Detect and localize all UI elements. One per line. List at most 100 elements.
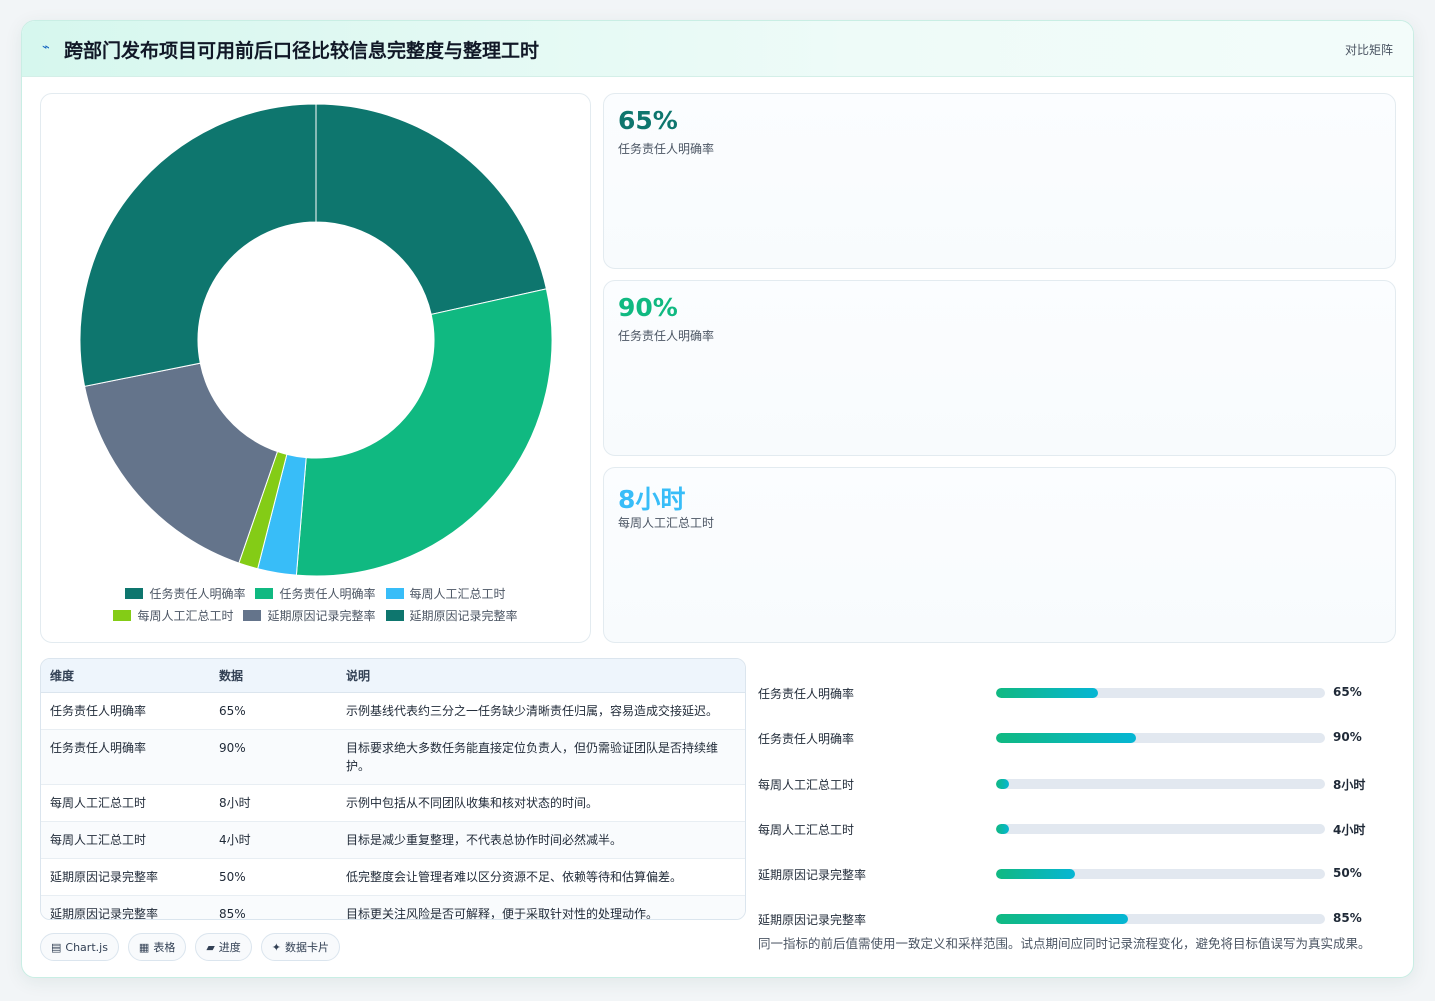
table-row: 每周人工汇总工时 8小时 示例中包括从不同团队收集和核对状态的时间。 bbox=[41, 784, 745, 822]
donut-slice-6[interactable] bbox=[79, 103, 317, 387]
progress-row: 延期原因记录完整率 85% bbox=[758, 908, 1398, 930]
progress-row: 任务责任人明确率 90% bbox=[758, 727, 1398, 749]
legend-item[interactable]: 延期原因记录完整率 bbox=[243, 607, 376, 624]
table-row: 每周人工汇总工时 4小时 目标是减少重复整理，不代表总协作时间必然减半。 bbox=[41, 821, 745, 859]
chip-label: 数据卡片 bbox=[285, 941, 330, 954]
donut-chart-panel: 任务责任人明确率 任务责任人明确率 每周人工汇总工时 每周人工汇总工时 延期原因记录完… bbox=[40, 93, 591, 643]
progress-icon: ▰ bbox=[206, 940, 215, 954]
progress-value: 50% bbox=[1333, 866, 1362, 880]
donut-slice-2[interactable] bbox=[295, 288, 553, 577]
progress-row: 任务责任人明确率 65% bbox=[758, 682, 1398, 704]
chip-label: Chart.js bbox=[65, 940, 108, 954]
table-icon: ▦ bbox=[138, 940, 150, 954]
footnote: 同一指标的前后值需使用一致定义和采样范围。试点期间应同时记录流程变化，避免将目标… bbox=[758, 936, 1371, 951]
table-cell: 4小时 bbox=[210, 821, 337, 859]
table-cell: 8小时 bbox=[210, 784, 337, 822]
chip-进度[interactable]: ▰ 进度 bbox=[195, 933, 252, 961]
kpi-value: 65% bbox=[618, 106, 678, 135]
legend-swatch bbox=[125, 587, 144, 599]
progress-label: 每周人工汇总工时 bbox=[758, 823, 855, 837]
chip-label: 进度 bbox=[218, 941, 241, 954]
card-icon: ✦ bbox=[271, 940, 282, 954]
legend-item[interactable]: 延期原因记录完整率 bbox=[385, 607, 518, 624]
table-cell: 目标更关注风险是否可解释，便于采取针对性的处理动作。 bbox=[346, 906, 659, 920]
feature-chips: ▤ Chart.js ▦ 表格 ▰ 进度 ✦ 数据卡片 bbox=[40, 933, 341, 961]
table-cell: 目标要求绝大多数任务能直接定位负责人，但仍需验证团队是否持续维护。 bbox=[337, 729, 745, 785]
table-cell: 目标是减少重复整理，不代表总协作时间必然减半。 bbox=[337, 821, 745, 859]
progress-fill bbox=[996, 914, 1128, 924]
progress-label: 每周人工汇总工时 bbox=[758, 778, 855, 792]
table-cell: 任务责任人明确率 bbox=[41, 729, 210, 785]
progress-track bbox=[996, 733, 1325, 743]
chart-icon: ▤ bbox=[51, 940, 62, 954]
legend-label: 延期原因记录完整率 bbox=[409, 608, 518, 623]
legend-label: 任务责任人明确率 bbox=[279, 586, 376, 601]
progress-label: 延期原因记录完整率 bbox=[758, 868, 867, 882]
legend-swatch bbox=[113, 609, 132, 621]
legend-item[interactable]: 每周人工汇总工时 bbox=[385, 585, 506, 602]
legend-item[interactable]: 每周人工汇总工时 bbox=[113, 607, 233, 624]
data-table: 维度 数据 说明 任务责任人明确率 65% 示例基线代表约三分之一任务缺少清晰责任归… bbox=[40, 658, 746, 920]
progress-fill bbox=[996, 869, 1075, 879]
chip-Chart.js[interactable]: ▤ Chart.js bbox=[40, 933, 119, 961]
progress-track bbox=[996, 688, 1325, 698]
legend-label: 每周人工汇总工时 bbox=[137, 608, 234, 623]
progress-track bbox=[996, 869, 1325, 879]
progress-value: 4小时 bbox=[1333, 823, 1366, 837]
kpi-value: 8小时 bbox=[618, 485, 686, 514]
progress-label: 任务责任人明确率 bbox=[758, 687, 855, 701]
progress-fill bbox=[996, 779, 1010, 789]
kpi-label: 任务责任人明确率 bbox=[618, 329, 715, 343]
progress-fill bbox=[996, 733, 1136, 743]
donut-slice-5[interactable] bbox=[84, 362, 279, 564]
table-row: 延期原因记录完整率 85% 目标更关注风险是否可解释，便于采取针对性的处理动作。 bbox=[41, 895, 745, 920]
chart-line-icon: ⌁ bbox=[42, 40, 50, 55]
dashboard-card: ⌁ 跨部门发布项目可用前后口径比较信息完整度与整理工时 对比矩阵 任务责任人明确… bbox=[21, 20, 1414, 978]
table-cell: 低完整度会让管理者难以区分资源不足、依赖等待和估算偏差。 bbox=[337, 858, 745, 896]
legend-label: 延期原因记录完整率 bbox=[267, 608, 376, 623]
table-cell: 延期原因记录完整率 bbox=[50, 906, 159, 920]
chip-数据卡片[interactable]: ✦ 数据卡片 bbox=[260, 933, 341, 961]
progress-fill bbox=[996, 824, 1010, 834]
kpi-card-1: 65% 任务责任人明确率 bbox=[603, 93, 1396, 269]
legend-label: 每周人工汇总工时 bbox=[409, 586, 506, 601]
progress-track bbox=[996, 779, 1325, 789]
table-cell: 任务责任人明确率 bbox=[41, 692, 210, 730]
progress-value: 65% bbox=[1333, 685, 1362, 699]
donut-slice-1[interactable] bbox=[315, 103, 547, 316]
column-header: 数据 bbox=[210, 659, 337, 693]
progress-label: 延期原因记录完整率 bbox=[758, 913, 867, 927]
kpi-label: 每周人工汇总工时 bbox=[618, 516, 715, 530]
legend-label: 任务责任人明确率 bbox=[149, 586, 246, 601]
table-cell: 每周人工汇总工时 bbox=[41, 821, 210, 859]
kpi-card-2: 90% 任务责任人明确率 bbox=[603, 280, 1396, 456]
legend-item[interactable]: 任务责任人明确率 bbox=[125, 585, 245, 602]
table-cell: 示例中包括从不同团队收集和核对状态的时间。 bbox=[337, 784, 745, 822]
table-cell: 90% bbox=[210, 729, 337, 785]
legend-item[interactable]: 任务责任人明确率 bbox=[255, 585, 376, 602]
chart-legend: 任务责任人明确率 任务责任人明确率 每周人工汇总工时 每周人工汇总工时 延期原因记录完… bbox=[41, 582, 590, 626]
kpi-value: 90% bbox=[618, 293, 678, 322]
legend-swatch bbox=[255, 587, 274, 599]
chip-表格[interactable]: ▦ 表格 bbox=[127, 933, 187, 961]
table-cell: 延期原因记录完整率 bbox=[41, 858, 210, 896]
progress-fill bbox=[996, 688, 1098, 698]
table-row: 任务责任人明确率 90% 目标要求绝大多数任务能直接定位负责人，但仍需验证团队是否持… bbox=[41, 729, 745, 785]
page-title: 跨部门发布项目可用前后口径比较信息完整度与整理工时 bbox=[64, 40, 540, 62]
table-header-row: 维度 数据 说明 bbox=[41, 659, 745, 693]
progress-track bbox=[996, 914, 1325, 924]
table-cell: 每周人工汇总工时 bbox=[41, 784, 210, 822]
progress-row: 每周人工汇总工时 4小时 bbox=[758, 818, 1398, 840]
table-row: 延期原因记录完整率 50% 低完整度会让管理者难以区分资源不足、依赖等待和估算偏差。 bbox=[41, 858, 745, 896]
progress-value: 85% bbox=[1333, 911, 1362, 925]
legend-swatch bbox=[385, 587, 404, 599]
progress-track bbox=[996, 824, 1325, 834]
table-cell: 50% bbox=[210, 858, 337, 896]
header: ⌁ 跨部门发布项目可用前后口径比较信息完整度与整理工时 对比矩阵 bbox=[22, 21, 1413, 77]
progress-row: 每周人工汇总工时 8小时 bbox=[758, 773, 1398, 795]
table-row: 任务责任人明确率 65% 示例基线代表约三分之一任务缺少清晰责任归属，容易造成交接延… bbox=[41, 692, 745, 730]
table-cell: 示例基线代表约三分之一任务缺少清晰责任归属，容易造成交接延迟。 bbox=[337, 692, 745, 730]
progress-value: 90% bbox=[1333, 730, 1362, 744]
column-header: 维度 bbox=[41, 659, 210, 693]
progress-value: 8小时 bbox=[1333, 778, 1366, 792]
